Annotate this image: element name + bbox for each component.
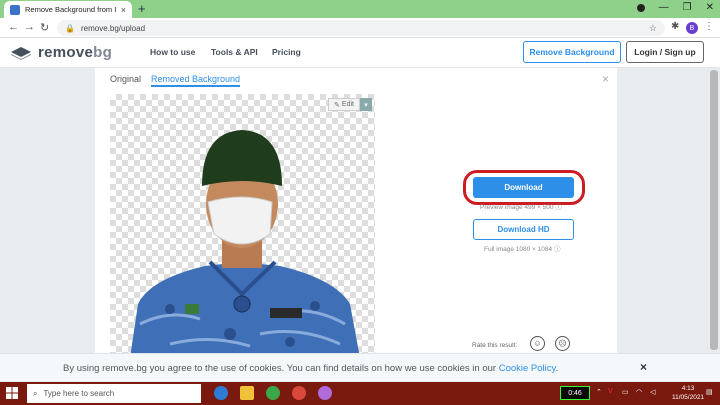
taskbar-search-placeholder: Type here to search — [43, 389, 115, 398]
cookie-close-icon[interactable]: × — [640, 360, 647, 374]
preview-size-meta: Preview image 499 × 500 ⓘ — [480, 204, 562, 211]
clock-time: 4:13 — [681, 385, 695, 392]
edge-icon[interactable] — [214, 386, 228, 400]
site-header: removebg How to use Tools & API Pricing … — [0, 38, 720, 68]
url-field[interactable]: 🔒 remove.bg/upload ☆ — [57, 20, 665, 36]
logo-layers-icon — [11, 46, 31, 60]
edit-dropdown-chevron-icon[interactable]: ▾ — [360, 98, 372, 111]
browser-tab[interactable]: Remove Background from Imag × — [4, 1, 132, 18]
tab-original[interactable]: Original — [110, 74, 141, 87]
wifi-icon[interactable]: ◠ — [636, 388, 642, 396]
removebg-logo[interactable]: removebg — [10, 44, 112, 61]
remove-background-button[interactable]: Remove Background — [523, 41, 621, 63]
chrome-active-icon[interactable] — [292, 386, 306, 400]
result-card: Original Removed Background × ✎ Edit ▾ D… — [95, 68, 617, 358]
result-preview: ✎ Edit ▾ — [110, 94, 375, 358]
full-size-meta: Full image 1080 × 1084 ⓘ — [484, 246, 561, 253]
battery-indicator[interactable]: 0:46 — [560, 386, 590, 400]
cookie-text: By using remove.bg you agree to the use … — [63, 363, 559, 374]
info-icon: ⓘ — [553, 246, 561, 253]
taskbar-search[interactable]: ⌕ Type here to search — [27, 384, 201, 403]
back-icon[interactable]: ← — [8, 21, 19, 33]
pencil-icon: ✎ — [334, 101, 340, 109]
logo-wordmark: removebg — [38, 44, 113, 61]
taskbar: ⌕ Type here to search 0:46 ⌃ V ▭ ◠ ◁ 4:1… — [0, 382, 720, 405]
record-icon[interactable] — [636, 3, 645, 12]
download-hd-button[interactable]: Download HD — [473, 219, 574, 240]
new-tab-button[interactable]: + — [138, 1, 146, 16]
close-window-icon[interactable]: ✕ — [706, 2, 714, 13]
reload-icon[interactable]: ↻ — [40, 21, 49, 34]
result-tabs: Original Removed Background — [110, 74, 241, 87]
menu-kebab-icon[interactable]: ⋮ — [704, 21, 714, 32]
nav-pricing[interactable]: Pricing — [272, 47, 301, 57]
download-button[interactable]: Download — [473, 177, 574, 198]
chrome-icon[interactable] — [266, 386, 280, 400]
network-icon[interactable]: ▭ — [622, 388, 629, 396]
search-icon: ⌕ — [33, 388, 38, 398]
nav-how-to-use[interactable]: How to use — [150, 47, 195, 57]
person-cutout-image — [130, 130, 360, 358]
windows-start-icon[interactable] — [6, 387, 18, 399]
volume-icon[interactable]: ◁ — [650, 388, 655, 396]
forward-icon[interactable]: → — [24, 21, 35, 33]
sad-face-icon[interactable]: ☹ — [555, 336, 570, 351]
bookmark-star-icon[interactable]: ☆ — [649, 23, 657, 34]
lock-icon: 🔒 — [65, 23, 75, 33]
minimize-icon[interactable]: — — [659, 2, 669, 13]
window-controls: — ❐ ✕ — [636, 2, 714, 13]
page-scrollbar[interactable] — [710, 70, 718, 350]
file-explorer-icon[interactable] — [240, 386, 254, 400]
nav-tools-api[interactable]: Tools & API — [211, 47, 258, 57]
cookie-banner: By using remove.bg you agree to the use … — [0, 353, 720, 381]
tray-up-icon[interactable]: ⌃ — [596, 388, 602, 396]
address-bar-row: ← → ↻ 🔒 remove.bg/upload ☆ ✱ B ⋮ — [0, 18, 720, 38]
tab-title: Remove Background from Imag — [25, 5, 116, 14]
url-text: remove.bg/upload — [80, 23, 146, 33]
close-result-icon[interactable]: × — [602, 72, 609, 86]
rate-label: Rate this result: — [472, 342, 518, 349]
clock-date: 11/05/2021 — [672, 394, 705, 401]
extensions-icon[interactable]: ✱ — [671, 21, 679, 32]
login-signup-button[interactable]: Login / Sign up — [626, 41, 704, 63]
info-icon: ⓘ — [555, 204, 562, 211]
edit-button[interactable]: ✎ Edit — [328, 98, 360, 111]
notifications-icon[interactable]: ▤ — [706, 388, 713, 396]
profile-avatar[interactable]: B — [686, 22, 698, 34]
site-favicon-icon — [10, 4, 20, 15]
tab-close-icon[interactable]: × — [121, 5, 126, 15]
edit-button-group[interactable]: ✎ Edit ▾ — [328, 98, 372, 111]
taskbar-clock[interactable]: 4:13 11/05/2021 — [672, 384, 704, 402]
happy-face-icon[interactable]: ☺ — [530, 336, 545, 351]
browser-titlebar: Remove Background from Imag × + — ❐ ✕ — [0, 0, 720, 18]
maximize-icon[interactable]: ❐ — [683, 2, 692, 13]
app-icon[interactable] — [318, 386, 332, 400]
tab-removed-background[interactable]: Removed Background — [151, 74, 241, 87]
antivirus-icon[interactable]: V — [608, 388, 613, 395]
cookie-policy-link[interactable]: Cookie Policy — [499, 363, 556, 374]
